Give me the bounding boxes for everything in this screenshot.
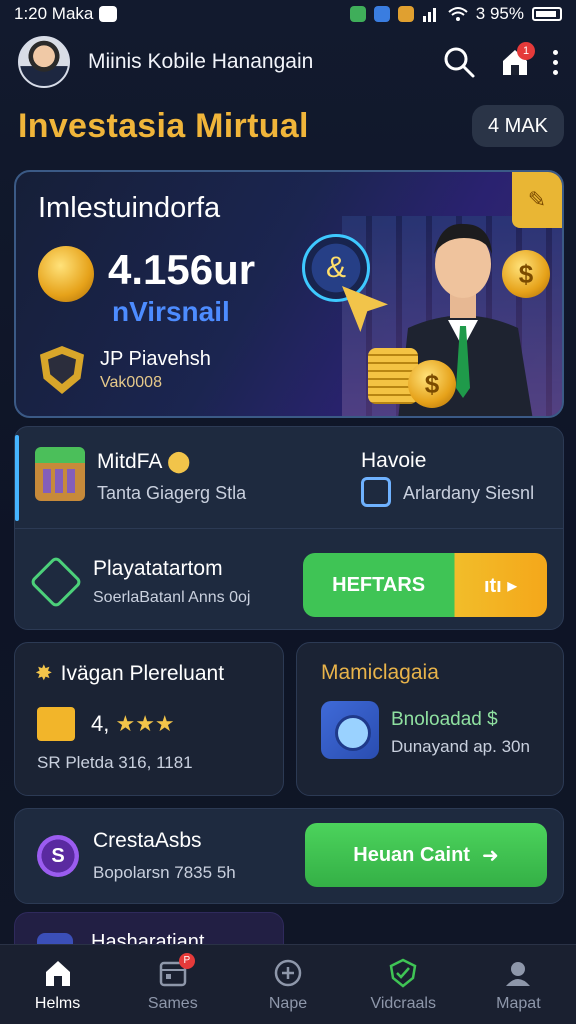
corner-badge-icon[interactable]: ✎ — [512, 172, 562, 228]
nav-item-home[interactable]: Helms — [0, 945, 115, 1024]
arrow-right-icon: ➜ — [481, 844, 499, 867]
compass-icon — [272, 957, 304, 989]
investment-ring-icon: & — [302, 234, 370, 302]
shield-value: Vak0008 — [100, 374, 162, 391]
home-icon — [42, 957, 74, 989]
feature-card-bottom: Playatatartom SoerlaBatanl Anns 0oj HEFT… — [15, 529, 563, 631]
dollar-coin-icon: $ — [408, 360, 456, 408]
status-left: 1:20 Maka — [14, 4, 118, 24]
status-time: 1:20 Maka — [14, 4, 94, 23]
feature-bottom-sub: SoerlaBatanl Anns 0oj — [93, 589, 251, 606]
nav-item-sames[interactable]: P Sames — [115, 945, 230, 1024]
s-coin-icon: S — [37, 835, 79, 877]
pencil-icon — [37, 707, 75, 741]
download-card[interactable]: Mamiclagaia Bnoloadad $ Dunayand ap. 30n — [296, 642, 564, 796]
rating-stars: ★★★ — [115, 711, 175, 736]
feature-card-top: MitdFA ⬤ Tanta Giagerg Stla Havoie Arlar… — [15, 427, 563, 529]
feature-left-title-text: MitdFA — [97, 450, 162, 473]
rating-card-title: ✸ Ivägan Plereluant — [35, 661, 224, 686]
battery-icon — [532, 7, 562, 21]
notification-badge: 1 — [517, 42, 535, 60]
status-right: 3 95% — [349, 4, 562, 24]
app-title: Miinis Kobile Hanangain — [88, 50, 314, 73]
more-menu-button[interactable] — [553, 49, 558, 75]
gold-coin-icon — [38, 246, 94, 302]
app-notification-icon — [99, 6, 118, 22]
nav-label: Vidcraals — [370, 994, 436, 1012]
app-screen: 1:20 Maka 3 95% Miinis Kobile Hanangain — [0, 0, 576, 1024]
nav-label: Nape — [268, 994, 308, 1012]
feature-card: MitdFA ⬤ Tanta Giagerg Stla Havoie Arlar… — [14, 426, 564, 630]
dollar-coin-icon: $ — [502, 250, 550, 298]
rating-card[interactable]: ✸ Ivägan Plereluant 4, ★★★ SR Pletda 316,… — [14, 642, 284, 796]
feature-left-title[interactable]: MitdFA ⬤ — [97, 449, 191, 474]
rating-row: 4, ★★★ — [91, 711, 175, 737]
claim-button[interactable]: Heuan Caint ➜ — [305, 823, 547, 887]
heftars-button-badge: ıtı ▸ — [483, 574, 518, 597]
nav-item-mapat[interactable]: Mapat — [461, 945, 576, 1024]
checkbox-icon — [361, 477, 391, 507]
heftars-button-label: HEFTARS — [332, 573, 426, 596]
title-row: Investasia Mirtual 4 MAK — [18, 100, 564, 152]
heftars-button[interactable]: HEFTARS ıtı ▸ — [303, 553, 547, 617]
feature-right-title[interactable]: Havoie — [361, 449, 426, 473]
nav-item-vidcraals[interactable]: Vidcraals — [346, 945, 461, 1024]
calendar-icon — [35, 447, 85, 501]
page-title: Investasia Mirtual — [18, 106, 309, 145]
check-shield-icon — [387, 957, 419, 989]
cta-card: S CrestaAsbs Bopolarsn 7835 5h Heuan Cai… — [14, 808, 564, 904]
cta-title: CrestaAsbs — [93, 829, 202, 852]
calendar-icon: P — [157, 952, 195, 989]
cta-sub: Bopolarsn 7835 5h — [93, 863, 236, 882]
hero-banner[interactable]: Imlestuindorfa 4.156ur nVirsnail JP Piav… — [14, 170, 564, 418]
feature-left-sub: Tanta Giagerg Stla — [97, 483, 247, 503]
download-detail: Dunayand ap. 30n — [391, 737, 530, 756]
wifi-icon — [448, 7, 468, 21]
hero-subtitle: nVirsnail — [112, 296, 230, 327]
app-status-icon — [373, 6, 390, 22]
kebab-dot — [553, 59, 558, 65]
claim-button-label: Heuan Caint — [353, 843, 470, 866]
battery-text: 3 95% — [475, 4, 524, 23]
rating-value: 4, — [91, 711, 110, 736]
status-bar: 1:20 Maka 3 95% — [0, 0, 576, 28]
app-status-icon — [349, 6, 366, 22]
app-status-icon — [397, 6, 414, 22]
rating-card-title-text: Ivägan Plereluant — [60, 662, 225, 685]
nav-label: Sames — [147, 994, 198, 1012]
filter-chip[interactable]: 4 MAK — [471, 105, 564, 147]
feature-bottom-title: Playatatartom — [93, 557, 223, 580]
search-button[interactable] — [439, 42, 479, 82]
avatar[interactable] — [18, 36, 70, 88]
hero-amount: 4.156ur — [108, 246, 256, 293]
search-icon — [444, 47, 475, 78]
signal-icon — [422, 8, 436, 22]
app-tile-icon — [321, 701, 379, 759]
nav-item-nape[interactable]: Nape — [230, 945, 345, 1024]
nav-badge: P — [178, 952, 195, 969]
coin-icon: ⬤ — [167, 450, 191, 473]
rating-meta: SR Pletda 316, 1181 — [37, 753, 193, 772]
profile-icon — [502, 957, 534, 989]
star-icon: ✸ — [35, 662, 53, 685]
chart-icon — [29, 555, 83, 609]
ring-glyph: & — [325, 251, 346, 284]
kebab-dot — [553, 49, 558, 55]
kebab-dot — [553, 69, 558, 75]
nav-label: Mapat — [496, 994, 541, 1012]
download-status: Bnoloadad $ — [391, 709, 498, 730]
feature-right-sub: Arlardany Siesnl — [403, 483, 535, 503]
shield-label: JP Piavehsh — [100, 348, 211, 370]
download-card-title: Mamiclagaia — [321, 661, 439, 684]
nav-label: Helms — [34, 994, 81, 1012]
app-header: Miinis Kobile Hanangain 1 — [0, 30, 576, 94]
shield-icon — [40, 346, 84, 394]
notifications-button[interactable]: 1 — [495, 42, 535, 82]
bottom-nav: Helms P Sames Nape Vidcraals Mapat — [0, 944, 576, 1024]
hero-heading: Imlestuindorfa — [38, 192, 221, 224]
